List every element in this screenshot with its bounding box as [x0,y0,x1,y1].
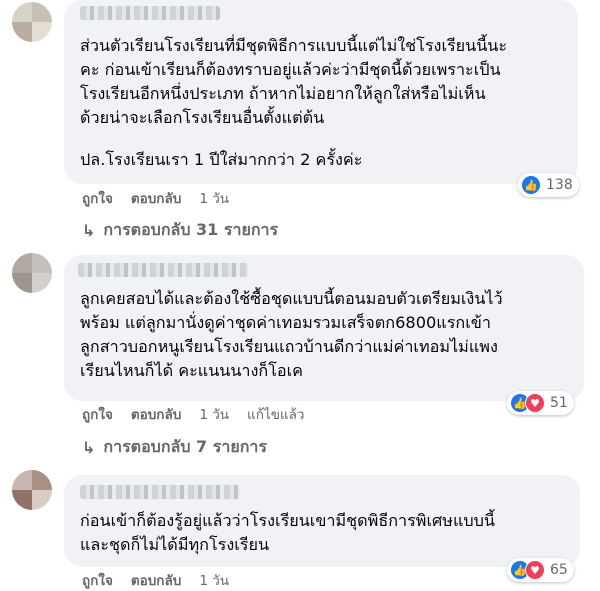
reaction-count: 65 [550,562,568,578]
timestamp[interactable]: 1 วัน [199,187,229,209]
replies-label: การตอบกลับ 31 รายการ [103,220,279,239]
edited-label: แก้ไขแล้ว [247,407,305,423]
comment-bubble: ลูกเคยสอบได้และต้องใช้ซื้อชุดแบบนี้ตอนมอ… [64,255,584,401]
author-name[interactable] [80,6,220,20]
view-replies-link[interactable]: ↳ การตอบกลับ 7 รายการ [82,435,267,460]
like-button[interactable]: ถูกใจ [82,187,113,209]
reaction-summary[interactable]: 👍 ♥ 51 [507,391,574,415]
heart-icon: ♥ [525,393,545,413]
reaction-summary[interactable]: 👍 ♥ 65 [507,558,574,582]
reaction-count: 51 [550,395,568,411]
like-button[interactable]: ถูกใจ [82,403,113,425]
reply-arrow-icon: ↳ [82,221,96,240]
thumbs-up-icon: 👍 [521,175,541,195]
reply-button[interactable]: ตอบกลับ [131,403,181,425]
reply-arrow-icon: ↳ [82,438,96,457]
reply-button[interactable]: ตอบกลับ [131,569,181,591]
comment-actions: ถูกใจ ตอบกลับ 1 วัน [82,188,247,208]
comment-bubble: ส่วนตัวเรียนโรงเรียนที่มีชุดพิธีการแบบนี… [64,0,578,184]
comment-text: ลูกเคยสอบได้และต้องใช้ซื้อชุดแบบนี้ตอนมอ… [80,289,503,380]
avatar[interactable] [12,470,52,510]
author-name[interactable] [80,485,240,499]
reply-button[interactable]: ตอบกลับ [131,187,181,209]
author-name[interactable] [78,263,248,277]
comment-actions: ถูกใจ ตอบกลับ 1 วัน แก้ไขแล้ว [82,404,304,424]
comment-text: ส่วนตัวเรียนโรงเรียนที่มีชุดพิธีการแบบนี… [80,36,508,127]
replies-label: การตอบกลับ 7 รายการ [103,437,267,456]
avatar[interactable] [12,253,52,293]
avatar[interactable] [12,2,52,42]
like-button[interactable]: ถูกใจ [82,569,113,591]
timestamp[interactable]: 1 วัน [199,403,229,425]
comment-bubble: ก่อนเข้าก็ต้องรู้อยู่แล้วว่าโรงเรียนเขาม… [64,475,580,567]
comment-text-ps: ปล.โรงเรียนเรา 1 ปีใส่มากกว่า 2 ครั้งค่ะ [80,150,363,169]
timestamp[interactable]: 1 วัน [199,569,229,591]
heart-icon: ♥ [525,560,545,580]
reaction-summary[interactable]: 👍 138 [518,173,579,197]
view-replies-link[interactable]: ↳ การตอบกลับ 31 รายการ [82,218,278,243]
comment-text: ก่อนเข้าก็ต้องรู้อยู่แล้วว่าโรงเรียนเขาม… [80,511,496,554]
reaction-count: 138 [546,177,573,193]
comment-actions: ถูกใจ ตอบกลับ 1 วัน [82,570,247,590]
